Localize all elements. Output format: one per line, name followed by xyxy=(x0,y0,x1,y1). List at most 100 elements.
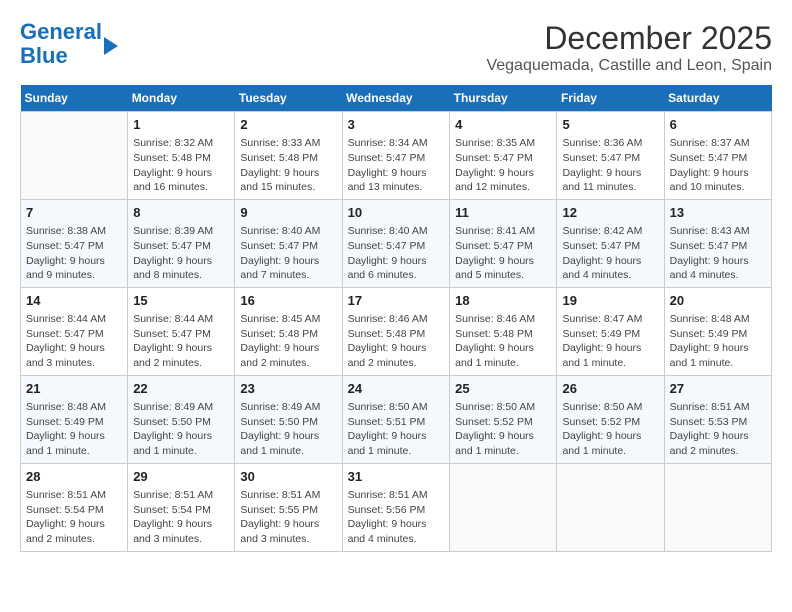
calendar-cell xyxy=(450,463,557,551)
calendar-cell: 25 Sunrise: 8:50 AMSunset: 5:52 PMDayligh… xyxy=(450,375,557,463)
logo-line2: Blue xyxy=(20,43,68,68)
day-number: 23 xyxy=(240,380,336,398)
day-info: Sunrise: 8:41 AMSunset: 5:47 PMDaylight:… xyxy=(455,224,551,283)
header-friday: Friday xyxy=(557,85,664,112)
day-info: Sunrise: 8:43 AMSunset: 5:47 PMDaylight:… xyxy=(670,224,766,283)
calendar-cell: 16 Sunrise: 8:45 AMSunset: 5:48 PMDayligh… xyxy=(235,287,342,375)
calendar-cell: 26 Sunrise: 8:50 AMSunset: 5:52 PMDayligh… xyxy=(557,375,664,463)
day-number: 18 xyxy=(455,292,551,310)
day-number: 24 xyxy=(348,380,445,398)
day-number: 14 xyxy=(26,292,122,310)
day-number: 15 xyxy=(133,292,229,310)
calendar-cell: 5 Sunrise: 8:36 AMSunset: 5:47 PMDaylight… xyxy=(557,112,664,200)
calendar-week-row: 7 Sunrise: 8:38 AMSunset: 5:47 PMDaylight… xyxy=(21,199,772,287)
header-saturday: Saturday xyxy=(664,85,771,112)
day-number: 19 xyxy=(562,292,658,310)
calendar-cell: 20Sunrise: 8:48 AMSunset: 5:49 PMDayligh… xyxy=(664,287,771,375)
day-info: Sunrise: 8:50 AMSunset: 5:51 PMDaylight:… xyxy=(348,400,445,459)
day-number: 29 xyxy=(133,468,229,486)
calendar-cell: 4 Sunrise: 8:35 AMSunset: 5:47 PMDaylight… xyxy=(450,112,557,200)
calendar-table: SundayMondayTuesdayWednesdayThursdayFrid… xyxy=(20,85,772,552)
day-number: 8 xyxy=(133,204,229,222)
calendar-cell: 8 Sunrise: 8:39 AMSunset: 5:47 PMDaylight… xyxy=(128,199,235,287)
location-title: Vegaquemada, Castille and Leon, Spain xyxy=(486,57,772,75)
day-number: 26 xyxy=(562,380,658,398)
calendar-cell: 12 Sunrise: 8:42 AMSunset: 5:47 PMDayligh… xyxy=(557,199,664,287)
day-number: 13 xyxy=(670,204,766,222)
calendar-cell: 18 Sunrise: 8:46 AMSunset: 5:48 PMDayligh… xyxy=(450,287,557,375)
day-number: 28 xyxy=(26,468,122,486)
day-info: Sunrise: 8:45 AMSunset: 5:48 PMDaylight:… xyxy=(240,312,336,371)
day-info: Sunrise: 8:32 AMSunset: 5:48 PMDaylight:… xyxy=(133,136,229,195)
day-info: Sunrise: 8:40 AMSunset: 5:47 PMDaylight:… xyxy=(348,224,445,283)
title-block: December 2025 Vegaquemada, Castille and … xyxy=(486,20,772,75)
calendar-week-row: 28Sunrise: 8:51 AMSunset: 5:54 PMDayligh… xyxy=(21,463,772,551)
day-info: Sunrise: 8:51 AMSunset: 5:55 PMDaylight:… xyxy=(240,488,336,547)
day-info: Sunrise: 8:49 AMSunset: 5:50 PMDaylight:… xyxy=(133,400,229,459)
header-monday: Monday xyxy=(128,85,235,112)
calendar-header-row: SundayMondayTuesdayWednesdayThursdayFrid… xyxy=(21,85,772,112)
day-number: 22 xyxy=(133,380,229,398)
day-number: 4 xyxy=(455,116,551,134)
calendar-cell: 6Sunrise: 8:37 AMSunset: 5:47 PMDaylight… xyxy=(664,112,771,200)
calendar-cell: 13 Sunrise: 8:43 AMSunset: 5:47 PMDayligh… xyxy=(664,199,771,287)
day-number: 11 xyxy=(455,204,551,222)
calendar-cell: 22 Sunrise: 8:49 AMSunset: 5:50 PMDayligh… xyxy=(128,375,235,463)
calendar-cell: 19Sunrise: 8:47 AMSunset: 5:49 PMDayligh… xyxy=(557,287,664,375)
day-number: 21 xyxy=(26,380,122,398)
month-title: December 2025 xyxy=(486,20,772,57)
day-info: Sunrise: 8:49 AMSunset: 5:50 PMDaylight:… xyxy=(240,400,336,459)
calendar-cell xyxy=(21,112,128,200)
day-number: 17 xyxy=(348,292,445,310)
day-number: 27 xyxy=(670,380,766,398)
header-sunday: Sunday xyxy=(21,85,128,112)
day-info: Sunrise: 8:48 AMSunset: 5:49 PMDaylight:… xyxy=(26,400,122,459)
day-info: Sunrise: 8:35 AMSunset: 5:47 PMDaylight:… xyxy=(455,136,551,195)
calendar-cell: 31 Sunrise: 8:51 AMSunset: 5:56 PMDayligh… xyxy=(342,463,450,551)
day-number: 31 xyxy=(348,468,445,486)
logo-text: General Blue xyxy=(20,20,102,68)
logo-line1: General xyxy=(20,19,102,44)
header-thursday: Thursday xyxy=(450,85,557,112)
calendar-cell: 17 Sunrise: 8:46 AMSunset: 5:48 PMDayligh… xyxy=(342,287,450,375)
day-info: Sunrise: 8:42 AMSunset: 5:47 PMDaylight:… xyxy=(562,224,658,283)
day-info: Sunrise: 8:36 AMSunset: 5:47 PMDaylight:… xyxy=(562,136,658,195)
day-info: Sunrise: 8:46 AMSunset: 5:48 PMDaylight:… xyxy=(455,312,551,371)
day-info: Sunrise: 8:39 AMSunset: 5:47 PMDaylight:… xyxy=(133,224,229,283)
calendar-cell: 28Sunrise: 8:51 AMSunset: 5:54 PMDayligh… xyxy=(21,463,128,551)
day-number: 7 xyxy=(26,204,122,222)
calendar-cell: 24 Sunrise: 8:50 AMSunset: 5:51 PMDayligh… xyxy=(342,375,450,463)
calendar-cell: 30Sunrise: 8:51 AMSunset: 5:55 PMDayligh… xyxy=(235,463,342,551)
day-info: Sunrise: 8:40 AMSunset: 5:47 PMDaylight:… xyxy=(240,224,336,283)
day-info: Sunrise: 8:50 AMSunset: 5:52 PMDaylight:… xyxy=(562,400,658,459)
calendar-cell xyxy=(557,463,664,551)
day-number: 12 xyxy=(562,204,658,222)
day-info: Sunrise: 8:50 AMSunset: 5:52 PMDaylight:… xyxy=(455,400,551,459)
calendar-week-row: 21 Sunrise: 8:48 AMSunset: 5:49 PMDayligh… xyxy=(21,375,772,463)
calendar-cell: 14 Sunrise: 8:44 AMSunset: 5:47 PMDayligh… xyxy=(21,287,128,375)
calendar-cell xyxy=(664,463,771,551)
day-info: Sunrise: 8:46 AMSunset: 5:48 PMDaylight:… xyxy=(348,312,445,371)
day-info: Sunrise: 8:44 AMSunset: 5:47 PMDaylight:… xyxy=(26,312,122,371)
header-tuesday: Tuesday xyxy=(235,85,342,112)
logo-arrow-icon xyxy=(104,37,118,55)
day-number: 9 xyxy=(240,204,336,222)
day-number: 2 xyxy=(240,116,336,134)
day-info: Sunrise: 8:34 AMSunset: 5:47 PMDaylight:… xyxy=(348,136,445,195)
day-number: 16 xyxy=(240,292,336,310)
day-number: 1 xyxy=(133,116,229,134)
calendar-cell: 21 Sunrise: 8:48 AMSunset: 5:49 PMDayligh… xyxy=(21,375,128,463)
calendar-cell: 2Sunrise: 8:33 AMSunset: 5:48 PMDaylight… xyxy=(235,112,342,200)
day-number: 5 xyxy=(562,116,658,134)
calendar-cell: 11 Sunrise: 8:41 AMSunset: 5:47 PMDayligh… xyxy=(450,199,557,287)
calendar-cell: 1 Sunrise: 8:32 AMSunset: 5:48 PMDaylight… xyxy=(128,112,235,200)
day-info: Sunrise: 8:44 AMSunset: 5:47 PMDaylight:… xyxy=(133,312,229,371)
day-number: 25 xyxy=(455,380,551,398)
logo: General Blue xyxy=(20,20,118,68)
calendar-cell: 10 Sunrise: 8:40 AMSunset: 5:47 PMDayligh… xyxy=(342,199,450,287)
calendar-cell: 27Sunrise: 8:51 AMSunset: 5:53 PMDayligh… xyxy=(664,375,771,463)
day-info: Sunrise: 8:38 AMSunset: 5:47 PMDaylight:… xyxy=(26,224,122,283)
day-info: Sunrise: 8:51 AMSunset: 5:56 PMDaylight:… xyxy=(348,488,445,547)
day-number: 10 xyxy=(348,204,445,222)
day-number: 6 xyxy=(670,116,766,134)
